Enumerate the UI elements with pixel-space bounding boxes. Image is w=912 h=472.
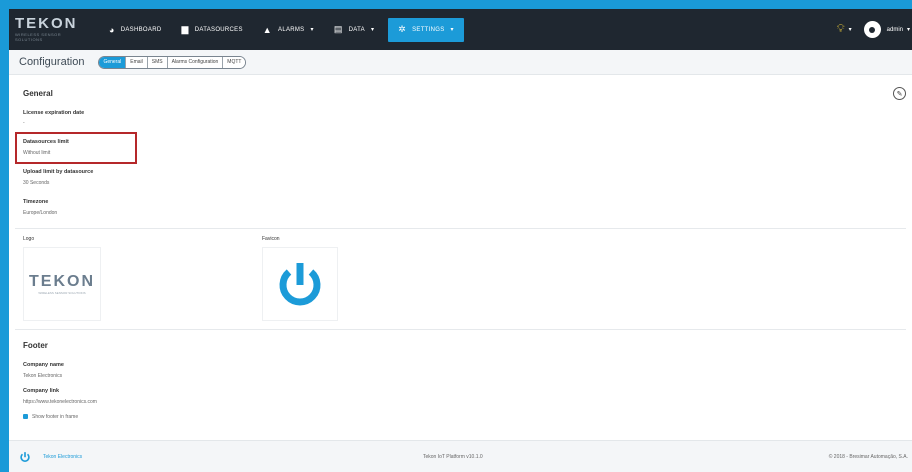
nav-data[interactable]: ▤ DATA ▾	[324, 9, 384, 50]
user-menu[interactable]: admin	[887, 27, 903, 33]
nav-dashboard[interactable]: ◕ DASHBOARD	[99, 9, 171, 50]
bell-icon: ▲	[262, 24, 273, 35]
nav-data-label: DATA	[348, 26, 365, 33]
chevron-down-icon[interactable]: ▾	[849, 26, 852, 33]
brand-name: TEKON	[15, 15, 78, 32]
show-footer-label: Show footer in frame	[32, 414, 79, 420]
show-footer-checkbox[interactable]	[23, 414, 28, 419]
datasources-limit-value: Without limit	[23, 150, 51, 156]
divider	[15, 329, 906, 330]
upload-limit-value: 30 Seconds	[23, 180, 50, 186]
tab-alarms-configuration[interactable]: Alarms Configuration	[167, 56, 224, 68]
upload-limit-label: Upload limit by datasource	[23, 169, 94, 175]
tab-sms[interactable]: SMS	[147, 56, 168, 68]
top-navbar: TEKON WIRELESS SENSOR SOLUTIONS ◕ DASHBO…	[9, 9, 912, 50]
page-header: Configuration General Email SMS Alarms C…	[9, 50, 912, 75]
user-area: 💡︎ ▾ admin ▾	[837, 9, 912, 50]
chevron-down-icon[interactable]: ▾	[907, 26, 910, 33]
lightbulb-icon[interactable]: 💡︎	[837, 23, 845, 36]
app-window: TEKON WIRELESS SENSOR SOLUTIONS ◕ DASHBO…	[9, 9, 912, 472]
timezone-value: Europe/London	[23, 210, 58, 216]
footer-section-title: Footer	[23, 341, 48, 350]
nav-settings-label: SETTINGS	[412, 26, 445, 33]
nav-datasources[interactable]: ▆ DATASOURCES	[171, 9, 252, 50]
logo-label: Logo	[23, 236, 35, 242]
datasources-limit-label: Datasources limit	[23, 139, 69, 145]
power-icon	[279, 263, 321, 306]
main-content: General ✎ License expiration date - Data…	[9, 75, 912, 440]
logo-image-tagline: WIRELESS SENSOR SOLUTIONS	[38, 291, 86, 295]
license-expiration-value: -	[23, 120, 25, 126]
logo-image-text: TEKON	[29, 273, 95, 290]
favicon-image[interactable]	[262, 247, 338, 321]
highlight-box	[15, 132, 137, 164]
nav-alarms-label: ALARMS	[278, 26, 305, 33]
tab-mqtt[interactable]: MQTT	[223, 56, 246, 68]
brand-logo[interactable]: TEKON WIRELESS SENSOR SOLUTIONS	[15, 15, 79, 42]
nav-datasources-label: DATASOURCES	[194, 26, 243, 33]
car-icon: ▆	[181, 24, 189, 34]
pencil-icon: ✎	[896, 90, 903, 98]
timezone-label: Timezone	[23, 199, 49, 205]
nav-settings[interactable]: ✲ SETTINGS ▾	[388, 17, 464, 42]
nav-dashboard-label: DASHBOARD	[120, 26, 162, 33]
footer-company-link[interactable]: Tekon Electronics	[43, 454, 82, 460]
tab-general[interactable]: General	[99, 56, 127, 68]
chevron-down-icon: ▾	[450, 27, 454, 33]
footer-copyright: © 2018 - Bresimar Automação, S.A.	[828, 453, 908, 460]
nav-alarms[interactable]: ▲ ALARMS ▾	[253, 9, 324, 50]
dashboard-icon: ◕	[109, 24, 115, 35]
edit-button[interactable]: ✎	[893, 87, 906, 100]
company-name-value: Tekon Electronics	[23, 373, 63, 379]
company-name-label: Company name	[23, 362, 64, 368]
license-expiration-label: License expiration date	[23, 110, 85, 116]
page-footer: Tekon Electronics Tekon IoT Platform v10…	[9, 440, 912, 472]
avatar[interactable]	[863, 21, 881, 38]
chevron-down-icon: ▾	[370, 27, 375, 33]
page-title: Configuration	[19, 56, 85, 68]
company-link-value: https://www.tekonelectronics.com	[23, 399, 97, 405]
divider	[15, 228, 906, 229]
company-link-label: Company link	[23, 388, 60, 394]
favicon-label: Favicon	[262, 236, 280, 242]
user-icon	[869, 26, 876, 33]
power-icon	[20, 451, 30, 462]
database-icon: ▤	[333, 24, 343, 34]
tab-email[interactable]: Email	[126, 56, 148, 68]
gear-icon: ✲	[398, 24, 407, 34]
general-section-title: General	[23, 89, 53, 98]
footer-version: Tekon IoT Platform v10.1.0	[423, 453, 483, 460]
brand-tagline: WIRELESS SENSOR SOLUTIONS	[15, 32, 62, 42]
chevron-down-icon: ▾	[310, 27, 314, 33]
config-tabs: General Email SMS Alarms Configuration M…	[98, 55, 247, 69]
logo-image[interactable]: TEKON WIRELESS SENSOR SOLUTIONS	[23, 247, 101, 321]
